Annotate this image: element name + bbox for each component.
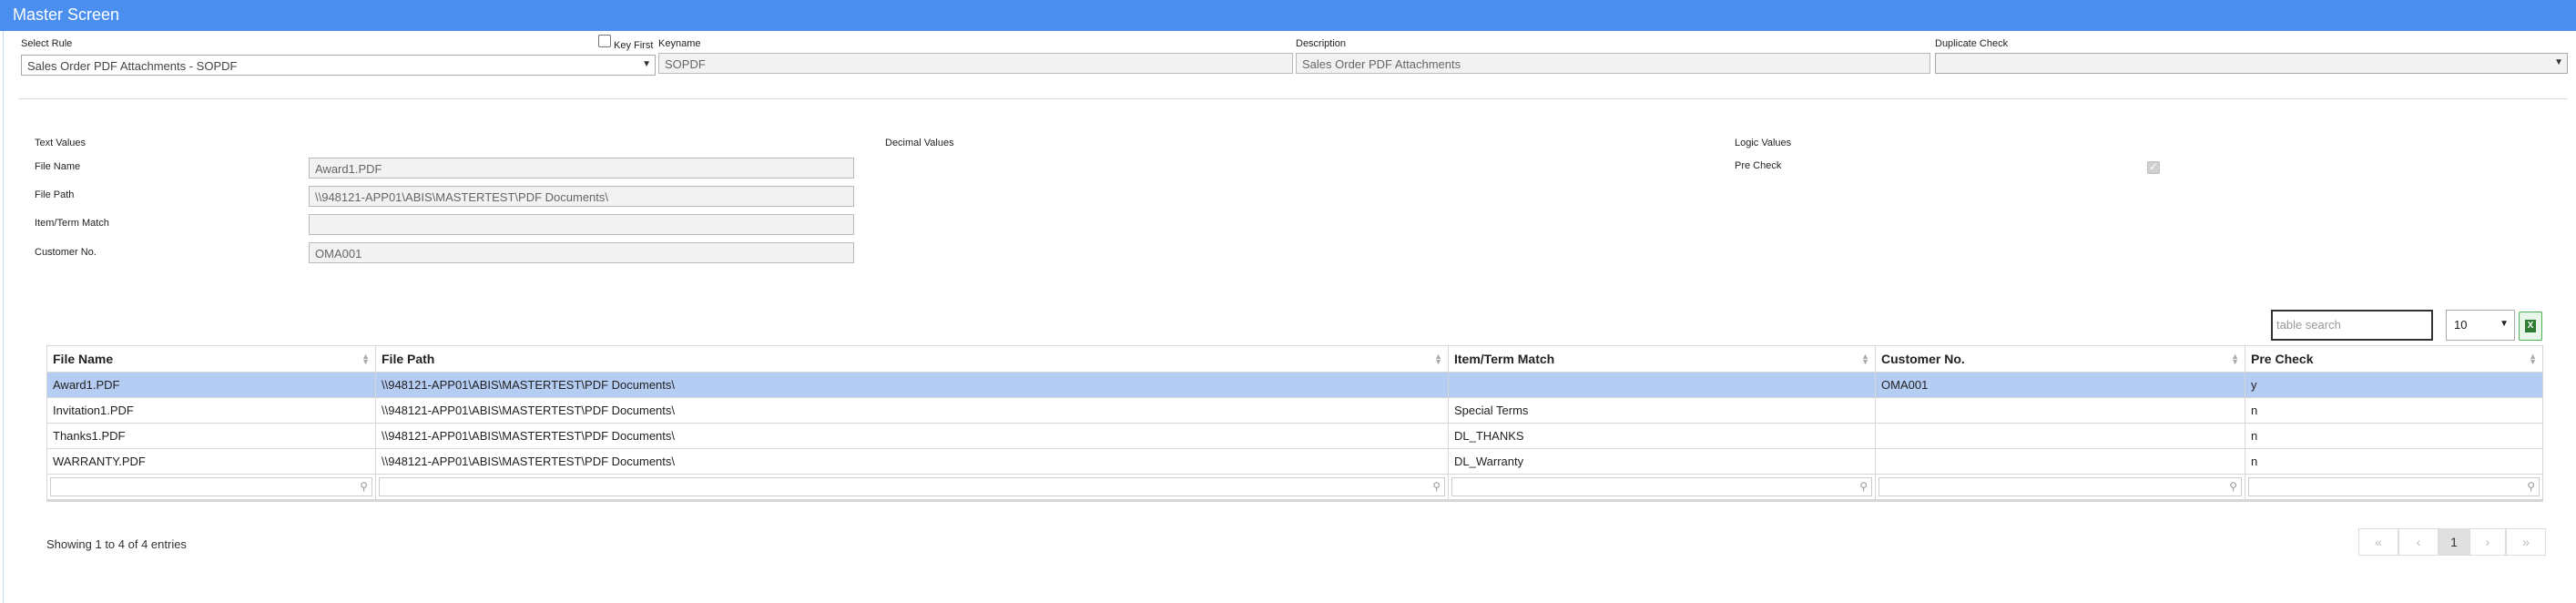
table-cell: Invitation1.PDF	[46, 397, 376, 424]
table-cell	[1875, 423, 2245, 449]
key-first-label: Key First	[614, 40, 654, 51]
select-rule-label: Select Rule	[21, 38, 73, 49]
filter-file-path-input[interactable]: ⚲	[379, 477, 1445, 496]
chevron-down-icon: ▼	[2554, 57, 2563, 67]
table-cell: \\948121-APP01\ABIS\MASTERTEST\PDF Docum…	[375, 448, 1449, 475]
table-cell: n	[2245, 448, 2543, 475]
last-page-button[interactable]: »	[2506, 528, 2546, 556]
file-name-field[interactable]: Award1.PDF	[309, 158, 854, 179]
filter-pre-check-input[interactable]: ⚲	[2248, 477, 2540, 496]
decimal-values-title: Decimal Values	[885, 138, 954, 148]
table-row[interactable]: WARRANTY.PDF \\948121-APP01\ABIS\MASTERT…	[46, 448, 2543, 475]
column-header-item-term-match[interactable]: Item/Term Match ▲ ▼	[1448, 345, 1876, 373]
table-row[interactable]: Invitation1.PDF \\948121-APP01\ABIS\MAST…	[46, 397, 2543, 424]
file-path-field[interactable]: \\948121-APP01\ABIS\MASTERTEST\PDF Docum…	[309, 186, 854, 207]
left-border	[3, 31, 4, 603]
next-page-button[interactable]: ›	[2469, 528, 2506, 556]
table-cell: \\948121-APP01\ABIS\MASTERTEST\PDF Docum…	[375, 423, 1449, 449]
filter-customer-no-input[interactable]: ⚲	[1879, 477, 2242, 496]
table-cell: n	[2245, 423, 2543, 449]
table-cell: y	[2245, 372, 2543, 398]
table-header-row: File Name ▲ ▼ File Path ▲ ▼ Item/Term Match ▲…	[46, 345, 2543, 373]
filter-file-name-input[interactable]: ⚲	[50, 477, 372, 496]
search-icon: ⚲	[2229, 480, 2237, 493]
column-header-file-name[interactable]: File Name ▲ ▼	[46, 345, 376, 373]
search-icon: ⚲	[360, 480, 368, 493]
customer-no-label: Customer No.	[35, 247, 97, 258]
duplicate-check-label: Duplicate Check	[1935, 38, 2009, 49]
page-length-select[interactable]: 10 ▼	[2446, 310, 2515, 341]
first-page-button[interactable]: «	[2358, 528, 2398, 556]
table-cell: Thanks1.PDF	[46, 423, 376, 449]
window-title: Master Screen	[13, 5, 120, 24]
table-cell	[1448, 372, 1876, 398]
page-1-button[interactable]: 1	[2439, 528, 2469, 556]
pre-check-checkbox[interactable]	[2147, 160, 2160, 174]
data-table: File Name ▲ ▼ File Path ▲ ▼ Item/Term Match ▲…	[46, 345, 2543, 502]
table-cell: DL_Warranty	[1448, 448, 1876, 475]
table-row[interactable]: Thanks1.PDF \\948121-APP01\ABIS\MASTERTE…	[46, 423, 2543, 449]
search-icon: ⚲	[1859, 480, 1868, 493]
sort-icon: ▲ ▼	[2529, 352, 2537, 366]
table-search-input[interactable]: table search	[2271, 310, 2433, 341]
column-header-customer-no[interactable]: Customer No. ▲ ▼	[1875, 345, 2245, 373]
search-icon: ⚲	[1432, 480, 1441, 493]
text-values-title: Text Values	[35, 138, 87, 148]
table-info: Showing 1 to 4 of 4 entries	[46, 537, 187, 551]
chevron-down-icon: ▼	[2500, 319, 2509, 329]
customer-no-field[interactable]: OMA001	[309, 242, 854, 263]
table-cell	[1875, 397, 2245, 424]
keyname-field[interactable]: SOPDF	[658, 53, 1293, 74]
table-cell: Special Terms	[1448, 397, 1876, 424]
excel-export-button[interactable]: X	[2519, 312, 2542, 341]
excel-export-icon: X	[2525, 320, 2536, 332]
table-row[interactable]: Award1.PDF \\948121-APP01\ABIS\MASTERTES…	[46, 372, 2543, 398]
table-cell: DL_THANKS	[1448, 423, 1876, 449]
table-cell: \\948121-APP01\ABIS\MASTERTEST\PDF Docum…	[375, 372, 1449, 398]
prev-page-button[interactable]: ‹	[2398, 528, 2439, 556]
sort-icon: ▲ ▼	[2231, 352, 2239, 366]
title-bar: Master Screen	[0, 0, 2576, 31]
keyname-label: Keyname	[658, 38, 701, 49]
description-field[interactable]: Sales Order PDF Attachments	[1296, 53, 1930, 74]
sort-icon: ▲ ▼	[1434, 352, 1442, 366]
table-cell: WARRANTY.PDF	[46, 448, 376, 475]
table-cell: Award1.PDF	[46, 372, 376, 398]
item-term-match-field[interactable]	[309, 214, 854, 235]
column-filter-row: ⚲ ⚲ ⚲ ⚲ ⚲	[46, 474, 2543, 502]
key-first-checkbox[interactable]	[598, 35, 611, 47]
file-path-label: File Path	[35, 189, 75, 200]
sort-icon: ▲ ▼	[361, 352, 370, 366]
item-term-match-label: Item/Term Match	[35, 218, 109, 229]
description-label: Description	[1296, 38, 1347, 49]
select-rule-value: Sales Order PDF Attachments - SOPDF	[27, 59, 238, 73]
search-icon: ⚲	[2527, 480, 2535, 493]
logic-values-title: Logic Values	[1735, 138, 1792, 148]
page-length-value: 10	[2454, 318, 2468, 332]
chevron-down-icon: ▼	[642, 59, 651, 69]
select-rule-dropdown[interactable]: Sales Order PDF Attachments - SOPDF ▼	[21, 55, 656, 76]
pre-check-label: Pre Check	[1735, 160, 1782, 171]
file-name-label: File Name	[35, 161, 81, 172]
column-header-file-path[interactable]: File Path ▲ ▼	[375, 345, 1449, 373]
table-cell: OMA001	[1875, 372, 2245, 398]
table-cell	[1875, 448, 2245, 475]
divider	[18, 98, 2568, 99]
duplicate-check-dropdown[interactable]: ▼	[1935, 53, 2568, 74]
table-cell: n	[2245, 397, 2543, 424]
sort-icon: ▲ ▼	[1861, 352, 1869, 366]
column-header-pre-check[interactable]: Pre Check ▲ ▼	[2245, 345, 2543, 373]
filter-item-term-match-input[interactable]: ⚲	[1451, 477, 1872, 496]
table-cell: \\948121-APP01\ABIS\MASTERTEST\PDF Docum…	[375, 397, 1449, 424]
